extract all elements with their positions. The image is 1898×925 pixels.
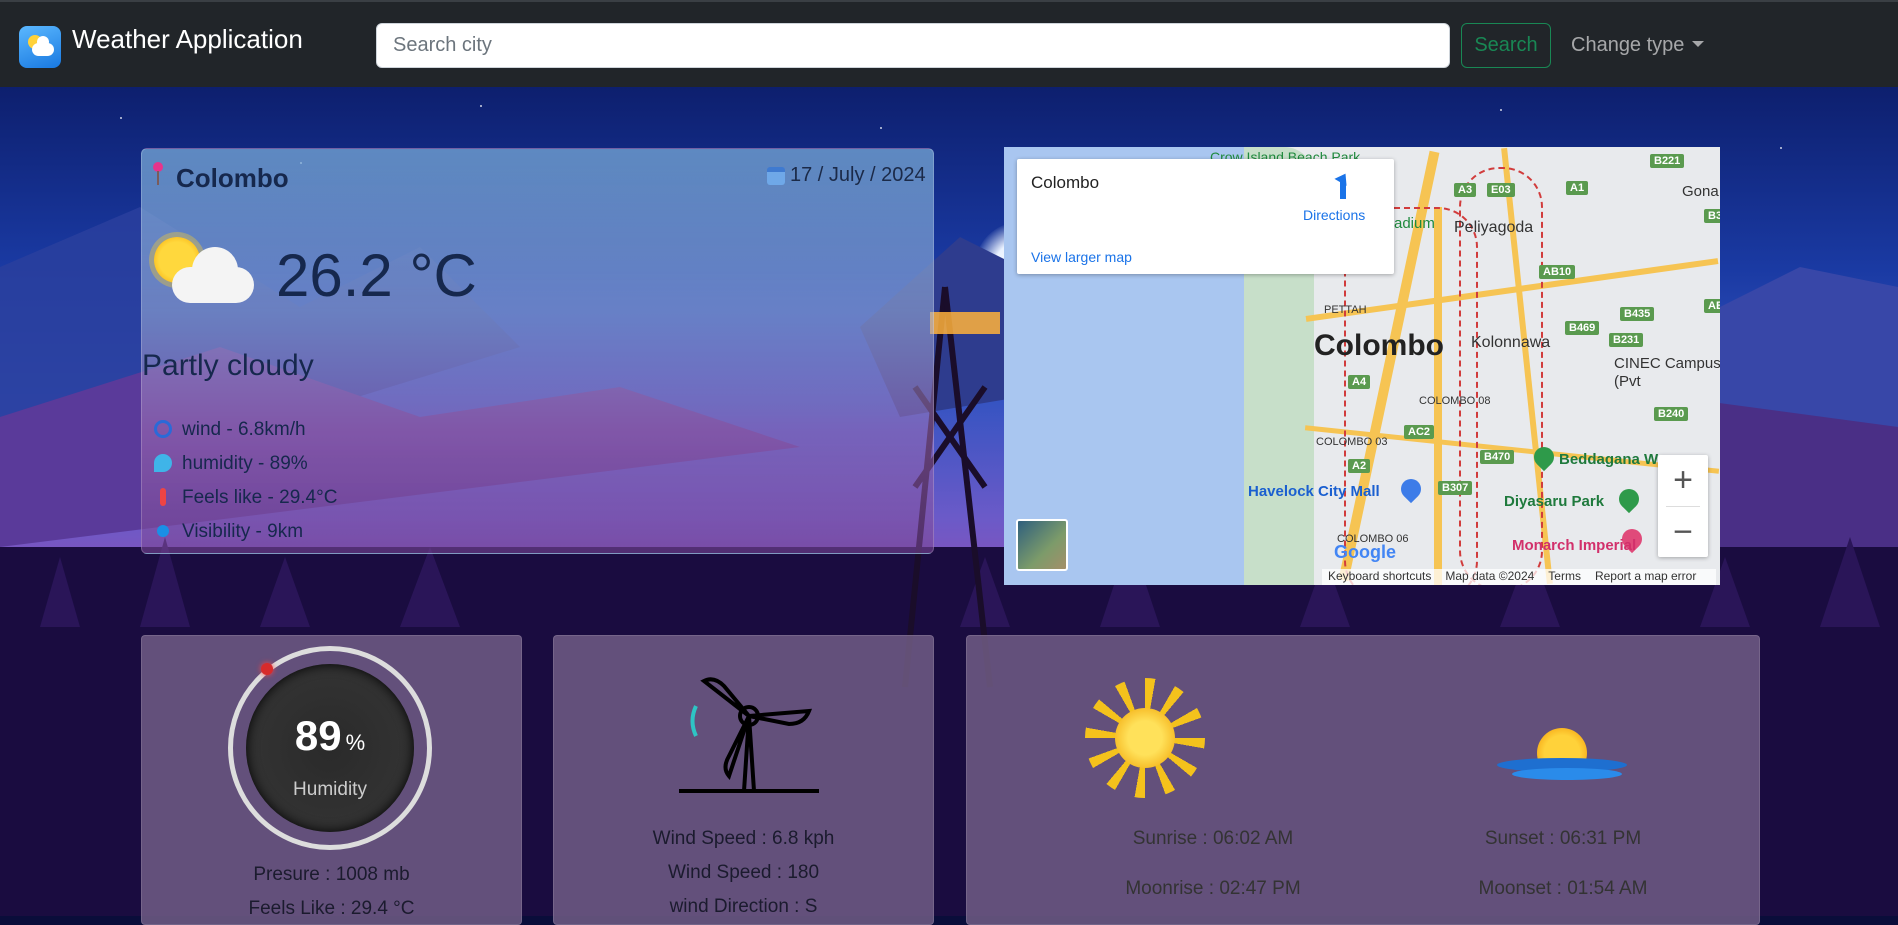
map-label-peliyagoda: Peliyagoda (1454, 219, 1534, 236)
road-badge: A3 (1454, 183, 1477, 197)
wind-icon (154, 420, 172, 438)
feels-like-stat-text: Feels like - 29.4°C (182, 487, 338, 508)
thermometer-icon (160, 488, 166, 506)
satellite-toggle-button[interactable] (1016, 519, 1068, 571)
wind-stat-text: wind - 6.8km/h (182, 419, 306, 440)
map-center-label: Colombo (1314, 329, 1444, 362)
report-error-link[interactable]: Report a map error (1595, 569, 1696, 583)
current-date: 17 / July / 2024 (790, 164, 926, 186)
droplets-icon (154, 454, 172, 472)
road-badge: AB (1704, 299, 1720, 313)
city-name: Colombo (176, 163, 289, 193)
road-badge: B435 (1620, 307, 1655, 321)
feels-like-text: Feels Like : 29.4 °C (248, 898, 415, 919)
sunset-icon (1497, 728, 1627, 788)
map-footer: Keyboard shortcuts Map data ©2024 Terms Rep… (1322, 569, 1717, 585)
map-place-title: Colombo (1031, 173, 1100, 192)
zoom-out-button[interactable]: − (1658, 507, 1708, 557)
visibility-stat-text: Visibility - 9km (182, 521, 304, 542)
road-badge: B470 (1480, 450, 1515, 464)
map-label-colombo-08: COLOMBO 08 (1419, 395, 1491, 407)
road-badge: B221 (1650, 154, 1685, 168)
road-badge: A1 (1566, 181, 1589, 195)
map-info-window: Colombo Directions View larger map (1017, 159, 1394, 274)
zoom-controls: + − (1658, 455, 1708, 557)
sunset-text: Sunset : 06:31 PM (1484, 828, 1642, 849)
view-larger-map-link[interactable]: View larger map (1031, 249, 1132, 265)
map-data-text: Map data ©2024 (1445, 569, 1535, 583)
visibility-icon (157, 525, 169, 537)
humidity-value: 89% (246, 712, 414, 760)
map-label-colombo-03: COLOMBO 03 (1316, 436, 1388, 448)
humidity-stat: humidity - 89% (154, 453, 308, 483)
weather-app-logo-icon[interactable] (19, 26, 61, 68)
road-badge: B3 (1704, 209, 1720, 223)
change-type-dropdown[interactable]: Change type (1571, 34, 1705, 57)
moonset-text: Moonset : 01:54 AM (1478, 878, 1648, 899)
humidity-stat-text: humidity - 89% (182, 453, 308, 474)
poi-havelock: Havelock City Mall (1248, 483, 1380, 500)
road-badge: AB10 (1539, 265, 1576, 279)
road-badge: B469 (1565, 321, 1600, 335)
poi-beddagana: Beddagana W (1559, 451, 1659, 468)
calendar-icon (767, 167, 785, 185)
map-label-gona: Gona (1682, 183, 1719, 200)
visibility-stat: Visibility - 9km (154, 521, 303, 551)
poi-monarch: Monarch Imperial (1512, 537, 1637, 554)
search-input[interactable] (376, 23, 1450, 68)
humidity-panel: 89% Humidity Presure : 1008 mb Feels Lik… (141, 635, 522, 925)
google-logo: Google (1334, 542, 1396, 562)
map-label-kolonnawa: Kolonnawa (1471, 334, 1551, 351)
sun-icon (1115, 708, 1175, 768)
humidity-gauge: 89% Humidity (246, 664, 414, 832)
wind-stat: wind - 6.8km/h (154, 419, 306, 449)
temperature-value: 26.2 °C (276, 242, 477, 309)
humidity-unit: % (345, 730, 366, 755)
wind-turbine-icon (679, 677, 819, 793)
road-badge: A4 (1348, 375, 1371, 389)
current-weather-card: Colombo 17 / July / 2024 26.2 °C Partly … (141, 148, 934, 554)
change-type-label: Change type (1571, 34, 1685, 56)
humidity-number: 89 (294, 712, 342, 759)
poi-diyasaru: Diyasaru Park (1504, 493, 1605, 510)
keyboard-shortcuts-link[interactable]: Keyboard shortcuts (1328, 569, 1431, 583)
condition-text: Partly cloudy (142, 349, 314, 382)
humidity-gauge-marker (261, 663, 273, 675)
feels-like-stat: Feels like - 29.4°C (154, 487, 337, 517)
search-button[interactable]: Search (1461, 23, 1551, 68)
road-badge: AC2 (1404, 425, 1435, 439)
astro-panel: Sunrise : 06:02 AM Sunset : 06:31 PM Moo… (966, 635, 1760, 925)
terms-link[interactable]: Terms (1548, 569, 1581, 583)
pressure-text: Presure : 1008 mb (253, 864, 410, 885)
caret-down-icon (1692, 41, 1705, 47)
road-badge: B240 (1654, 407, 1689, 421)
partly-cloudy-icon (150, 233, 260, 313)
map-label-pettah: PETTAH (1324, 304, 1367, 316)
zoom-in-button[interactable]: + (1658, 455, 1708, 505)
location-pin-icon (152, 162, 164, 186)
road-badge: B231 (1609, 333, 1644, 347)
road-badge: B307 (1438, 481, 1473, 495)
map-label-cinec: CINEC Campus (Pvt (1614, 355, 1720, 390)
directions-link[interactable]: Directions (1303, 207, 1365, 223)
humidity-label: Humidity (293, 779, 367, 800)
app-title[interactable]: Weather Application (72, 24, 303, 55)
directions-icon[interactable] (1332, 173, 1354, 199)
road-badge: E03 (1487, 183, 1515, 197)
embedded-map[interactable]: Peliyagoda Kolonnawa PETTAH COLOMBO 08 C… (1004, 147, 1720, 585)
navbar: Weather Application Search Change type (0, 0, 1898, 87)
map-label-stadium: adium (1394, 215, 1435, 232)
road-badge: A2 (1348, 459, 1371, 473)
park-pin-icon (1614, 484, 1644, 514)
